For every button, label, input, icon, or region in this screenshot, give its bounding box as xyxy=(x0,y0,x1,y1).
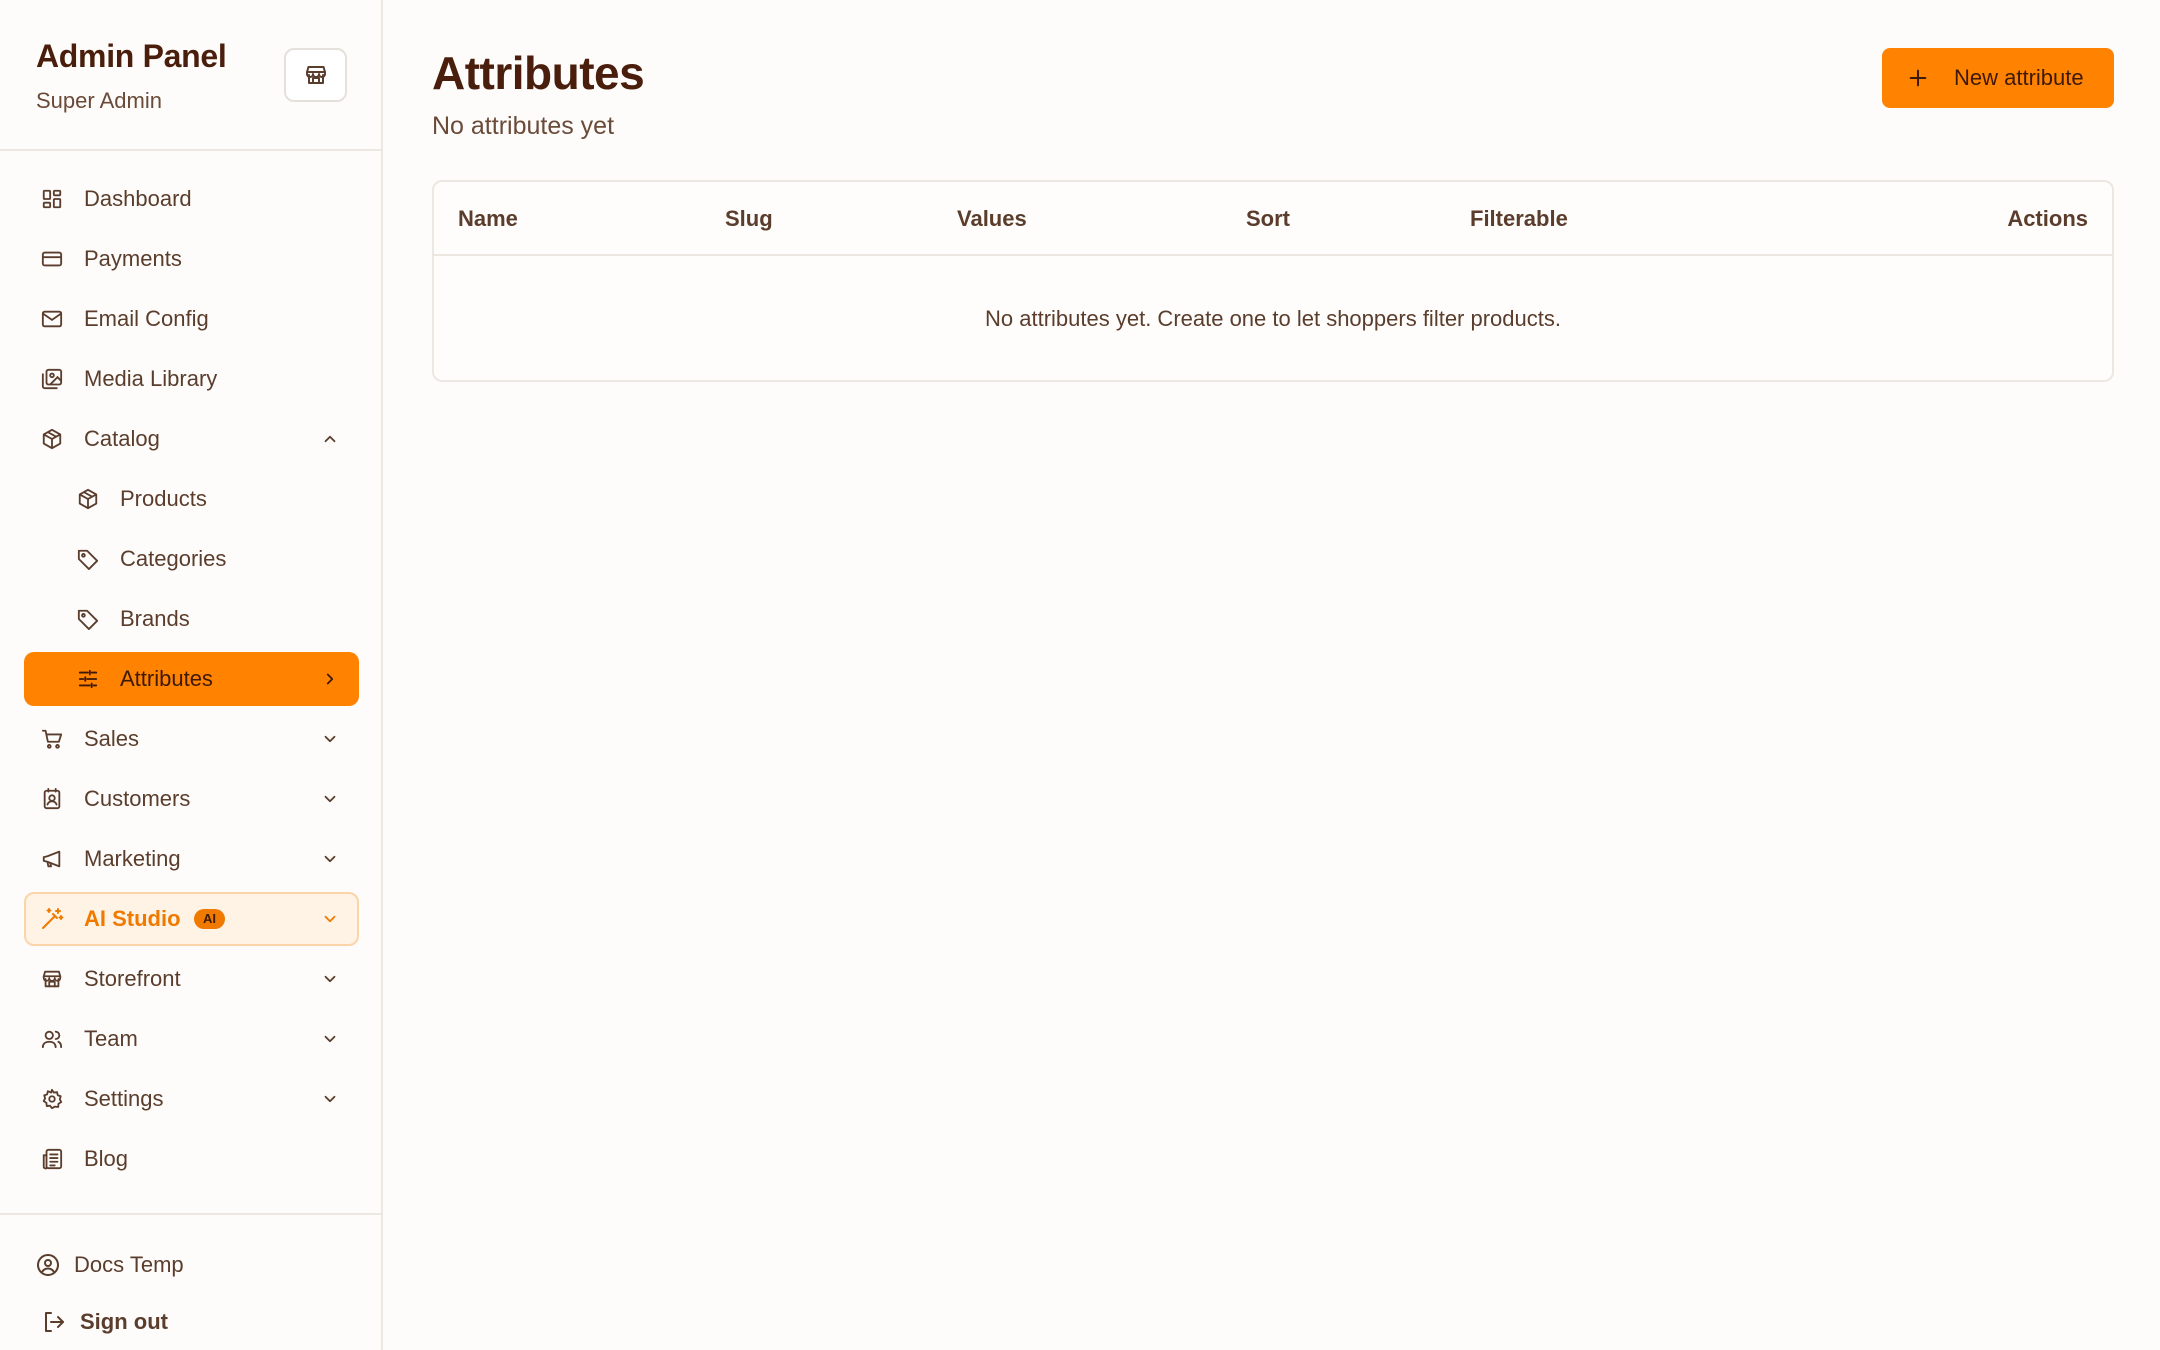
sidebar-item-ai-studio[interactable]: AI Studio AI xyxy=(24,892,359,946)
sign-out-label: Sign out xyxy=(80,1309,168,1334)
sidebar-item-email-config[interactable]: Email Config xyxy=(24,292,359,346)
page-title: Attributes xyxy=(432,47,645,99)
ai-badge: AI xyxy=(194,909,225,929)
package-icon xyxy=(40,427,64,451)
docs-link[interactable]: Docs Temp xyxy=(36,1249,184,1281)
sign-out-icon xyxy=(42,1310,66,1334)
chevron-down-icon xyxy=(319,968,341,990)
mail-icon xyxy=(40,307,64,331)
sidebar-item-label: Catalog xyxy=(84,426,160,451)
cart-icon xyxy=(40,727,64,751)
sliders-icon xyxy=(76,667,100,691)
dashboard-icon xyxy=(40,187,64,211)
empty-state-message: No attributes yet. Create one to let sho… xyxy=(985,306,1561,331)
gear-icon xyxy=(40,1087,64,1111)
sidebar-item-brands[interactable]: Brands xyxy=(24,592,359,646)
user-circle-icon xyxy=(36,1253,60,1277)
store-icon xyxy=(40,967,64,991)
user-role: Super Admin xyxy=(36,88,162,113)
plus-icon xyxy=(1906,66,1930,90)
column-header-sort[interactable]: Sort xyxy=(1246,206,1290,232)
package-icon xyxy=(76,487,100,511)
chevron-down-icon xyxy=(319,908,341,930)
view-store-button[interactable] xyxy=(284,48,347,102)
users-icon xyxy=(40,1027,64,1051)
chevron-down-icon xyxy=(319,728,341,750)
sidebar-item-sales[interactable]: Sales xyxy=(24,712,359,766)
sidebar-item-media-library[interactable]: Media Library xyxy=(24,352,359,406)
newspaper-icon xyxy=(40,1147,64,1171)
sidebar-item-label: Sales xyxy=(84,726,140,751)
sidebar-item-label: Storefront xyxy=(84,966,181,991)
sidebar-item-label: AI Studio xyxy=(84,906,181,931)
sidebar-item-label: Settings xyxy=(84,1086,164,1111)
chevron-down-icon xyxy=(319,848,341,870)
sidebar-item-settings[interactable]: Settings xyxy=(24,1072,359,1126)
main-content: Attributes No attributes yet New attribu… xyxy=(383,0,2160,1350)
new-attribute-button[interactable]: New attribute xyxy=(1882,48,2114,108)
magic-wand-icon xyxy=(40,907,64,931)
sidebar-item-label: Blog xyxy=(84,1146,129,1171)
sidebar-item-label: Media Library xyxy=(84,366,218,391)
sidebar-item-customers[interactable]: Customers xyxy=(24,772,359,826)
tag-icon xyxy=(76,547,100,571)
new-attribute-label: New attribute xyxy=(1954,65,2084,90)
sidebar-item-team[interactable]: Team xyxy=(24,1012,359,1066)
sidebar-header: Admin Panel Super Admin xyxy=(0,0,381,151)
sidebar-item-label: Categories xyxy=(120,546,227,571)
megaphone-icon xyxy=(40,847,64,871)
credit-card-icon xyxy=(40,247,64,271)
column-header-actions: Actions xyxy=(2007,206,2088,231)
sidebar-item-catalog[interactable]: Catalog xyxy=(24,412,359,466)
chevron-up-icon xyxy=(319,428,341,450)
sidebar-item-products[interactable]: Products xyxy=(24,472,359,526)
app-root: Admin Panel Super Admin Dashboard Paymen… xyxy=(0,0,2160,1350)
image-library-icon xyxy=(40,367,64,391)
sidebar-item-label: Marketing xyxy=(84,846,181,871)
sign-out-button[interactable]: Sign out xyxy=(42,1306,168,1338)
sidebar-item-categories[interactable]: Categories xyxy=(24,532,359,586)
docs-label: Docs Temp xyxy=(74,1252,184,1277)
sidebar-item-storefront[interactable]: Storefront xyxy=(24,952,359,1006)
chevron-right-icon xyxy=(319,668,341,690)
store-icon xyxy=(304,63,328,87)
sidebar-item-label: Products xyxy=(120,486,207,511)
sidebar-item-label: Brands xyxy=(120,606,190,631)
chevron-down-icon xyxy=(319,788,341,810)
sidebar-item-payments[interactable]: Payments xyxy=(24,232,359,286)
column-header-name[interactable]: Name xyxy=(458,206,518,232)
sidebar-item-label: Customers xyxy=(84,786,191,811)
sidebar: Admin Panel Super Admin Dashboard Paymen… xyxy=(0,0,383,1350)
sidebar-title: Admin Panel xyxy=(36,38,227,74)
sidebar-item-blog[interactable]: Blog xyxy=(24,1132,359,1186)
sidebar-footer: Docs Temp Sign out xyxy=(0,1213,383,1350)
tag-icon xyxy=(76,607,100,631)
sidebar-item-attributes[interactable]: Attributes xyxy=(24,652,359,706)
column-header-values[interactable]: Values xyxy=(957,206,1027,232)
sidebar-item-dashboard[interactable]: Dashboard xyxy=(24,172,359,226)
contact-icon xyxy=(40,787,64,811)
column-header-slug[interactable]: Slug xyxy=(725,206,773,232)
chevron-down-icon xyxy=(319,1088,341,1110)
column-header-filterable[interactable]: Filterable xyxy=(1470,206,1568,232)
sidebar-item-label: Team xyxy=(84,1026,138,1051)
sidebar-item-label: Dashboard xyxy=(84,186,192,211)
attributes-table: Name Slug Values Sort Filterable Actions… xyxy=(432,180,2114,382)
table-header: Name Slug Values Sort Filterable Actions xyxy=(434,182,2112,256)
chevron-down-icon xyxy=(319,1028,341,1050)
page-subtitle: No attributes yet xyxy=(432,112,615,140)
sidebar-item-label: Payments xyxy=(84,246,182,271)
sidebar-item-marketing[interactable]: Marketing xyxy=(24,832,359,886)
sidebar-item-label: Email Config xyxy=(84,306,209,331)
sidebar-item-label: Attributes xyxy=(120,666,213,691)
